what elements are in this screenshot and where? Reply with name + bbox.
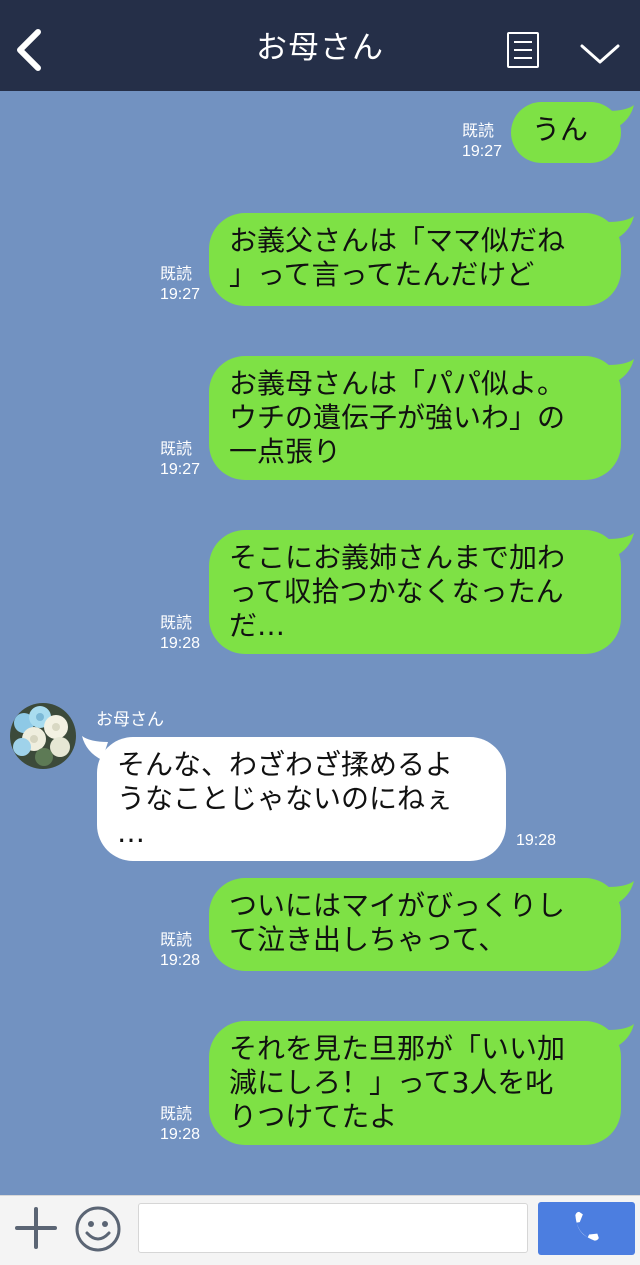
menu-button[interactable]: [507, 32, 539, 68]
bubble-tail: [608, 359, 634, 383]
bubble-tail: [608, 105, 634, 129]
message-bubble[interactable]: そんな、わざわざ揉めるよ うなことじゃないのにねぇ …: [97, 737, 506, 861]
avatar[interactable]: [10, 703, 76, 769]
message-time: 19:27: [160, 286, 201, 303]
expand-button[interactable]: [578, 38, 622, 68]
message-bubble[interactable]: お義父さんは「ママ似だね 」って言ってたんだけど: [209, 213, 621, 306]
phone-icon: [575, 1211, 599, 1241]
message-time: 19:28: [160, 1126, 201, 1143]
add-button[interactable]: [14, 1206, 58, 1250]
bubble-tail: [608, 533, 634, 557]
message-bubble[interactable]: そこにお義姉さんまで加わ って収拾つかなくなったん だ…: [209, 530, 621, 654]
bubble-tail: [608, 881, 634, 905]
bubble-tail: [608, 216, 634, 240]
rose-bouquet-icon: [10, 703, 76, 769]
message-time: 19:28: [516, 832, 557, 849]
sender-name: お母さん: [96, 710, 164, 730]
emoji-button[interactable]: [74, 1205, 122, 1253]
bubble-tail: [608, 1024, 634, 1048]
call-button[interactable]: [538, 1202, 635, 1255]
chat-title: お母さん: [256, 30, 384, 66]
message-bubble[interactable]: うん: [511, 102, 621, 163]
chat-header: お母さん: [0, 0, 640, 91]
input-bar: [0, 1195, 640, 1265]
message-time: 19:27: [160, 461, 201, 478]
message-bubble[interactable]: お義母さんは「パパ似よ。 ウチの遺伝子が強いわ」の 一点張り: [209, 356, 621, 480]
read-receipt: 既読: [160, 932, 193, 949]
message-time: 19:27: [462, 143, 503, 160]
read-receipt: 既読: [160, 266, 193, 283]
read-receipt: 既読: [160, 1106, 193, 1123]
read-receipt: 既読: [160, 441, 193, 458]
message-bubble[interactable]: ついにはマイがびっくりし て泣き出しちゃって、: [209, 878, 621, 971]
message-time: 19:28: [160, 635, 201, 652]
read-receipt: 既読: [462, 123, 495, 140]
message-input[interactable]: [138, 1203, 528, 1253]
message-time: 19:28: [160, 952, 201, 969]
plus-icon: [15, 1207, 57, 1249]
message-bubble[interactable]: それを見た旦那が「いい加 減にしろ！」って3人を叱 りつけてたよ: [209, 1021, 621, 1145]
read-receipt: 既読: [160, 615, 193, 632]
chevron-down-icon: [580, 44, 620, 64]
smiley-icon: [75, 1206, 121, 1252]
